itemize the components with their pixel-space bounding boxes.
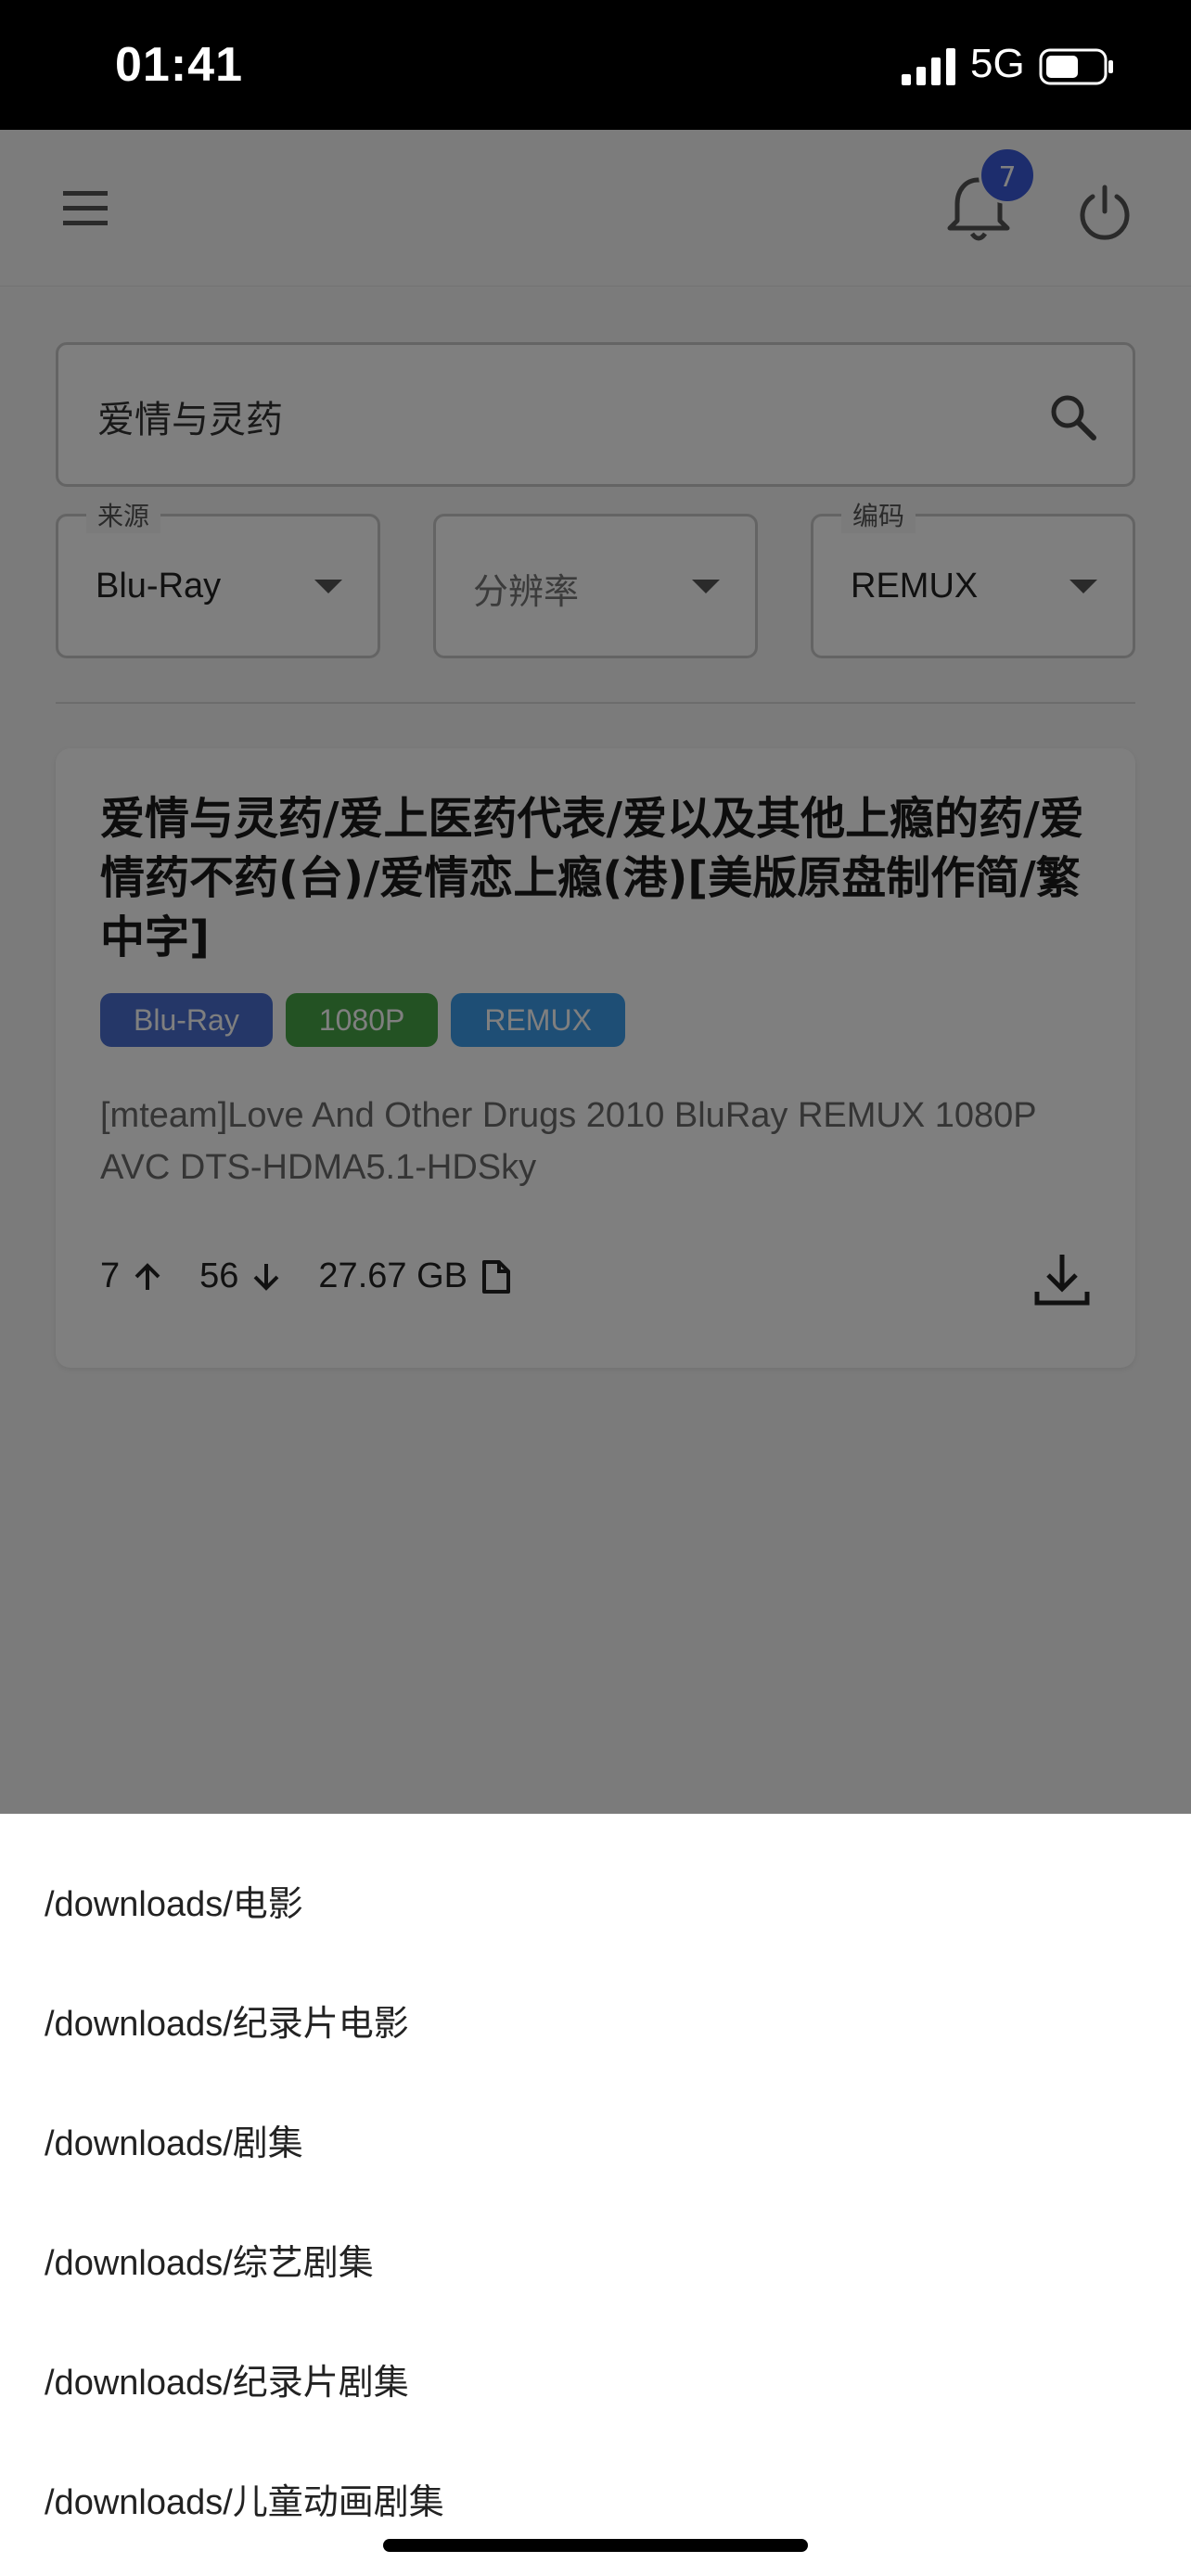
path-option[interactable]: /downloads/儿童动画剧集 [45,2473,444,2524]
path-option[interactable]: /downloads/剧集 [45,2114,303,2165]
home-indicator [383,2539,808,2552]
path-option[interactable]: /downloads/纪录片电影 [45,1995,409,2046]
network-type: 5G [970,41,1025,86]
download-path-sheet: /downloads/电影 /downloads/纪录片电影 /download… [0,1814,1191,2576]
path-option[interactable]: /downloads/电影 [45,1875,303,1926]
signal-icon [902,48,955,85]
path-option[interactable]: /downloads/综艺剧集 [45,2234,374,2285]
modal-scrim[interactable] [0,130,1191,1814]
status-time: 01:41 [115,38,243,92]
path-option[interactable]: /downloads/纪录片剧集 [45,2353,409,2404]
battery-icon [1039,48,1113,85]
status-bar: 01:41 5G [0,0,1191,130]
